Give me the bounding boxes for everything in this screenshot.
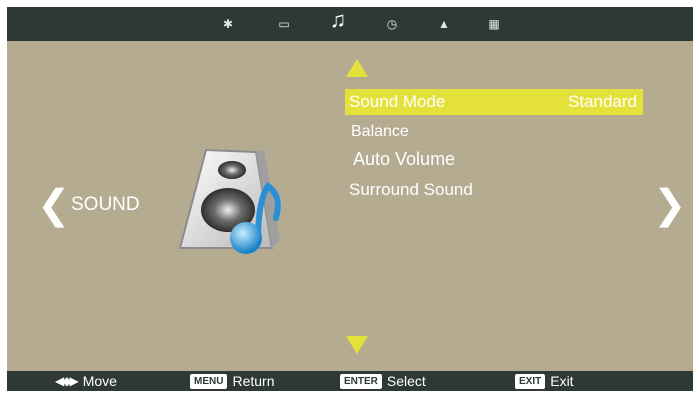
top-menu-bar: ✱ ▭ ♫ ◷ ▲ ▦ xyxy=(7,7,693,41)
hint-exit-label: Exit xyxy=(550,373,574,389)
move-arrows-icon: ◀◆▶ xyxy=(55,374,79,388)
menu-item-value: Standard xyxy=(568,92,637,111)
menu-item-label: Sound Mode xyxy=(349,92,446,111)
menu-item-sound-mode[interactable]: Sound Mode Standard xyxy=(345,89,643,115)
lock-icon[interactable]: ▲ xyxy=(435,15,453,33)
scroll-down-arrow[interactable] xyxy=(346,336,368,354)
menu-key: MENU xyxy=(190,373,228,389)
speaker-icon xyxy=(178,148,281,254)
hint-exit: EXIT Exit xyxy=(515,372,574,390)
gear-icon[interactable]: ✱ xyxy=(219,15,237,33)
clock-icon[interactable]: ◷ xyxy=(383,15,401,33)
category-title: SOUND xyxy=(71,194,140,215)
hint-bar: ◀◆▶ Move MENU Return ENTER Select EXIT E… xyxy=(7,371,693,391)
menu-item-surround-sound[interactable]: Surround Sound xyxy=(349,180,473,200)
menu-item-balance[interactable]: Balance xyxy=(351,123,409,141)
monitor-icon[interactable]: ▭ xyxy=(275,15,293,33)
hint-return: MENU Return xyxy=(190,372,274,390)
hint-move: ◀◆▶ Move xyxy=(55,372,117,390)
hint-return-label: Return xyxy=(232,373,275,389)
hint-select: ENTER Select xyxy=(340,372,426,390)
scroll-up-arrow[interactable] xyxy=(346,59,368,77)
menu-item-auto-volume[interactable]: Auto Volume xyxy=(353,149,455,170)
enter-key: ENTER xyxy=(340,373,382,389)
previous-category-arrow[interactable]: ❮ xyxy=(37,185,71,225)
music-note-icon[interactable]: ♫ xyxy=(329,7,347,32)
hint-select-label: Select xyxy=(386,373,426,389)
tv-menu-screen: ✱ ▭ ♫ ◷ ▲ ▦ ❮ SOUND Sound Mode Standard … xyxy=(7,7,693,391)
grid-icon[interactable]: ▦ xyxy=(485,15,503,33)
next-category-arrow[interactable]: ❯ xyxy=(653,185,687,225)
hint-move-label: Move xyxy=(82,373,117,389)
exit-key: EXIT xyxy=(515,373,546,389)
